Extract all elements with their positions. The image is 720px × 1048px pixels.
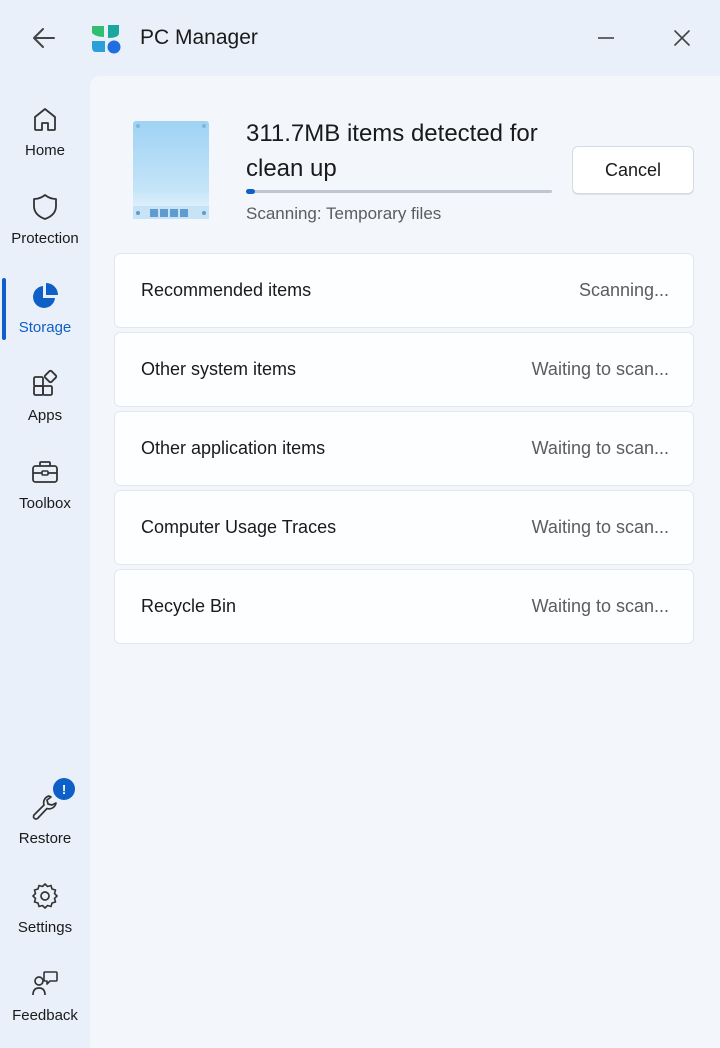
sidebar-item-apps[interactable]: Apps (0, 361, 90, 443)
scan-result-title: 311.7MB items detected for clean up (246, 120, 538, 182)
sidebar-item-label: Settings (17, 919, 73, 936)
item-status: Waiting to scan... (531, 596, 669, 616)
cleanup-items-list: Recommended items Scanning... Other syst… (114, 253, 694, 648)
scan-progress-fill (246, 189, 256, 194)
sidebar-item-settings[interactable]: Settings (0, 873, 90, 955)
pc-manager-logo-icon (90, 23, 122, 55)
list-item-other-application[interactable]: Other application items Waiting to scan.… (114, 411, 694, 486)
minimize-button[interactable] (586, 20, 626, 56)
sidebar-item-label: Apps (27, 407, 63, 424)
scan-progress-bar (246, 189, 552, 194)
cancel-button[interactable]: Cancel (572, 146, 694, 194)
scan-status-text: Scanning: Temporary files (246, 204, 442, 223)
notification-badge: ! (53, 778, 75, 800)
app-window: PC Manager Home Protection Storage Apps … (0, 0, 720, 1048)
shield-icon (25, 188, 65, 226)
item-label: Other system items (141, 359, 297, 379)
item-status: Waiting to scan... (531, 517, 669, 537)
disk-drive-icon (132, 120, 210, 220)
sidebar-item-label: Protection (11, 230, 79, 247)
sidebar-item-toolbox[interactable]: Toolbox (0, 449, 90, 531)
sidebar-nav: Home Protection Storage Apps Toolbox ! R… (0, 76, 90, 1048)
feedback-icon (25, 965, 65, 1003)
wrench-icon: ! (25, 778, 75, 826)
item-status: Scanning... (578, 280, 669, 300)
sidebar-item-feedback[interactable]: Feedback (0, 961, 90, 1043)
sidebar-item-label: Toolbox (19, 495, 71, 512)
list-item-recommended[interactable]: Recommended items Scanning... (114, 253, 694, 328)
close-button[interactable] (662, 20, 702, 56)
sidebar-item-protection[interactable]: Protection (0, 184, 90, 266)
sidebar-item-label: Home (24, 142, 65, 159)
title-bar: PC Manager (0, 0, 720, 76)
close-icon (674, 30, 690, 46)
home-icon (25, 100, 65, 138)
item-label: Recycle Bin (141, 596, 237, 616)
sidebar-item-label: Restore (18, 830, 72, 847)
item-status: Waiting to scan... (531, 359, 669, 379)
storage-cleanup-panel: 311.7MB items detected for clean up Scan… (90, 76, 720, 1048)
minimize-icon (598, 37, 614, 39)
apps-icon (25, 365, 65, 403)
toolbox-icon (25, 453, 65, 491)
sidebar-item-label: Storage (18, 319, 72, 336)
item-status: Waiting to scan... (531, 438, 669, 458)
sidebar-item-label: Feedback (12, 1007, 78, 1024)
sidebar-item-storage[interactable]: Storage (0, 273, 90, 355)
gear-icon (25, 877, 65, 915)
back-arrow-icon (33, 28, 55, 48)
pie-chart-icon (25, 277, 65, 315)
list-item-usage-traces[interactable]: Computer Usage Traces Waiting to scan... (114, 490, 694, 565)
item-label: Computer Usage Traces (141, 517, 337, 537)
item-label: Recommended items (141, 280, 312, 300)
list-item-other-system[interactable]: Other system items Waiting to scan... (114, 332, 694, 407)
app-title: PC Manager (140, 26, 258, 49)
item-label: Other application items (141, 438, 326, 458)
sidebar-item-home[interactable]: Home (0, 96, 90, 178)
back-button[interactable] (24, 20, 64, 56)
sidebar-item-restore[interactable]: ! Restore (0, 778, 90, 866)
list-item-recycle-bin[interactable]: Recycle Bin Waiting to scan... (114, 569, 694, 644)
